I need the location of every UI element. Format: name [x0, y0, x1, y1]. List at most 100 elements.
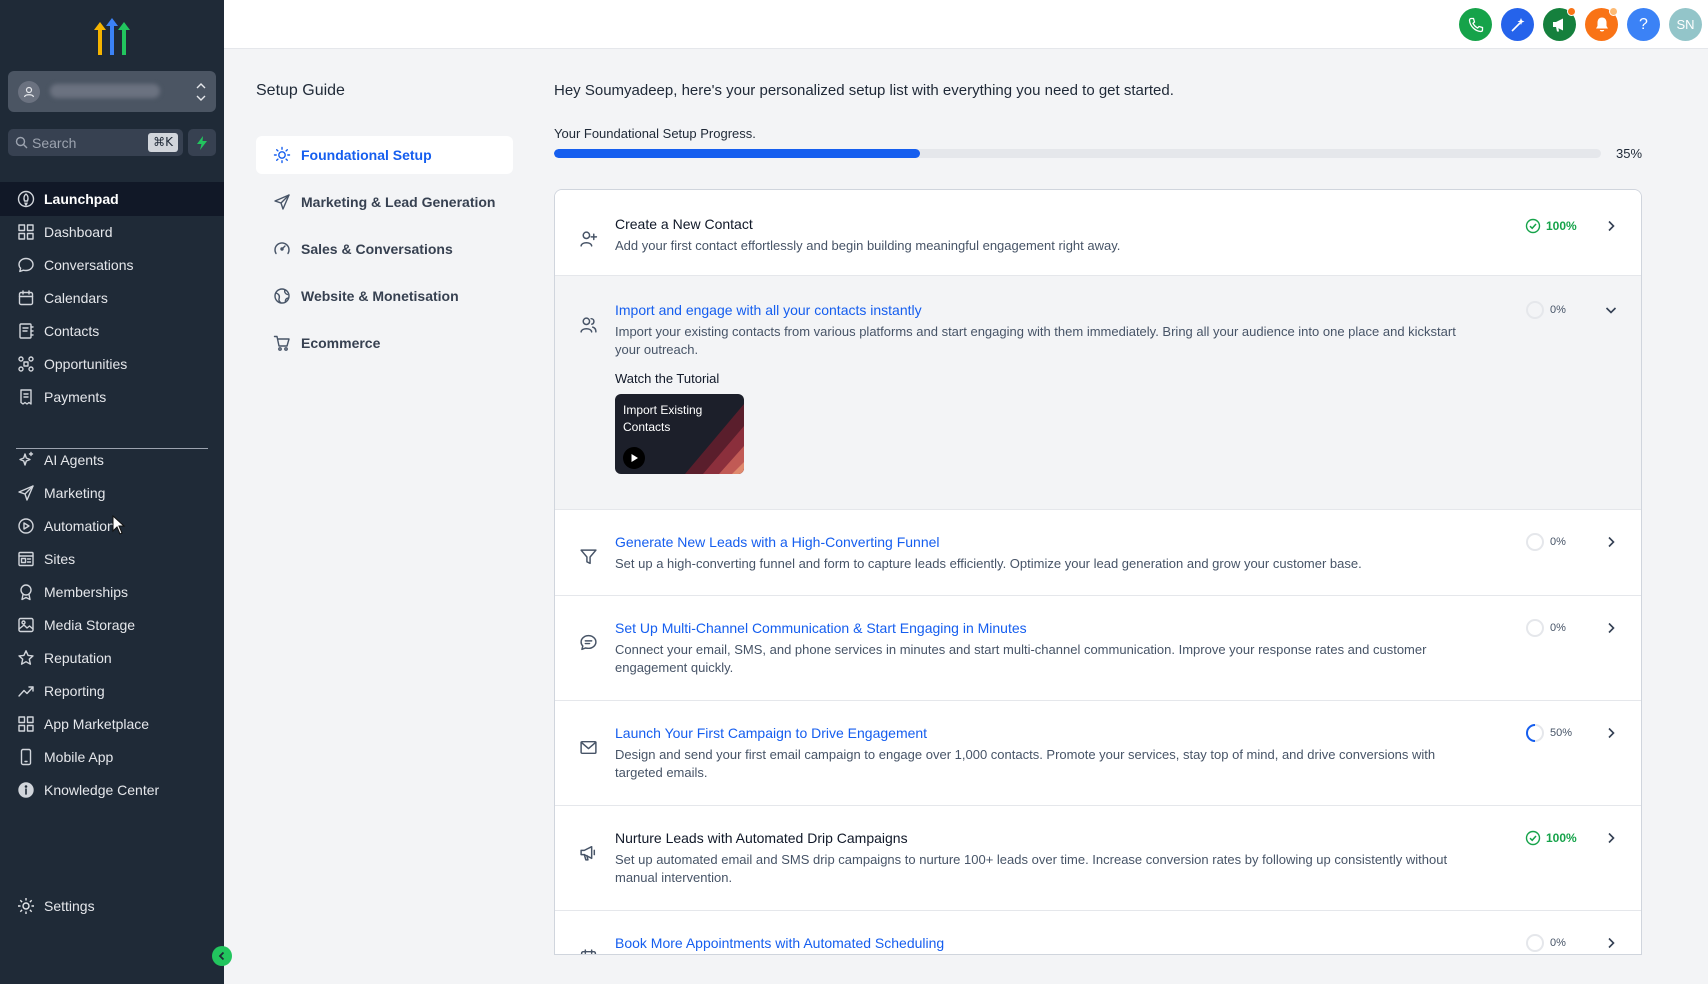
- expand-task-button[interactable]: [1603, 830, 1619, 846]
- task-title[interactable]: Create a New Contact: [615, 216, 753, 232]
- setup-task-row[interactable]: Set Up Multi-Channel Communication & Sta…: [555, 596, 1641, 701]
- play-icon: [631, 454, 638, 462]
- expand-task-button[interactable]: [1603, 725, 1619, 741]
- sidebar-item-label: Conversations: [44, 257, 134, 273]
- expand-task-button[interactable]: [1603, 935, 1619, 951]
- sidebar-item-media-storage[interactable]: Media Storage: [0, 608, 224, 642]
- info-icon: [16, 780, 36, 800]
- task-status: 100%: [1525, 216, 1577, 236]
- task-status: 0%: [1525, 618, 1566, 638]
- sidebar-item-sites[interactable]: Sites: [0, 542, 224, 576]
- sidebar-item-label: Payments: [44, 389, 107, 405]
- expand-task-button[interactable]: [1603, 534, 1619, 550]
- sidebar-item-label: Reporting: [44, 683, 105, 699]
- opportunities-icon: [16, 354, 36, 374]
- notifications-button[interactable]: [1585, 7, 1618, 41]
- sidebar-item-payments[interactable]: Payments: [0, 380, 224, 414]
- globe-icon: [272, 286, 292, 306]
- guide-tab-ecommerce[interactable]: Ecommerce: [256, 324, 513, 362]
- task-title[interactable]: Generate New Leads with a High-Convertin…: [615, 534, 940, 550]
- grid-icon: [16, 222, 36, 242]
- sidebar-item-launchpad[interactable]: Launchpad: [0, 182, 224, 216]
- account-avatar-icon: [18, 81, 40, 103]
- guide-tab-label: Ecommerce: [301, 335, 381, 351]
- add-user-icon: [578, 228, 598, 248]
- account-switcher[interactable]: [8, 71, 216, 112]
- task-status: 100%: [1525, 828, 1577, 848]
- task-title[interactable]: Launch Your First Campaign to Drive Enga…: [615, 725, 927, 741]
- users-icon: [578, 314, 598, 334]
- chevron-right-icon: [1608, 536, 1615, 548]
- sidebar-item-marketing[interactable]: Marketing: [0, 476, 224, 510]
- chevron-up-down-icon: [196, 83, 206, 101]
- sidebar-item-conversations[interactable]: Conversations: [0, 248, 224, 282]
- apps-icon: [16, 714, 36, 734]
- bell-icon: [1595, 17, 1608, 32]
- chevron-right-icon: [1608, 622, 1615, 634]
- task-title[interactable]: Nurture Leads with Automated Drip Campai…: [615, 830, 908, 846]
- help-button[interactable]: ?: [1627, 8, 1660, 41]
- contacts-icon: [16, 321, 36, 341]
- search-input[interactable]: Search ⌘K: [8, 129, 183, 156]
- mail-icon: [578, 737, 598, 757]
- help-icon: ?: [1639, 15, 1648, 33]
- task-percent: 0%: [1550, 304, 1566, 316]
- sidebar-item-mobile-app[interactable]: Mobile App: [0, 740, 224, 774]
- task-percent: 0%: [1550, 622, 1566, 634]
- task-title[interactable]: Set Up Multi-Channel Communication & Sta…: [615, 620, 1027, 636]
- guide-tab-label: Foundational Setup: [301, 147, 432, 163]
- setup-task-row[interactable]: Import and engage with all your contacts…: [555, 276, 1641, 510]
- quick-action-button[interactable]: [188, 129, 216, 156]
- expand-task-button[interactable]: [1603, 218, 1619, 234]
- sidebar-item-knowledge-center[interactable]: Knowledge Center: [0, 773, 224, 807]
- task-status: 0%: [1525, 532, 1566, 552]
- setup-task-row[interactable]: Generate New Leads with a High-Convertin…: [555, 510, 1641, 596]
- sidebar-item-dashboard[interactable]: Dashboard: [0, 215, 224, 249]
- task-title[interactable]: Import and engage with all your contacts…: [615, 302, 922, 318]
- setup-task-row[interactable]: Create a New Contact Add your first cont…: [555, 190, 1641, 276]
- sidebar-item-settings[interactable]: Settings: [0, 889, 224, 923]
- task-percent: 0%: [1550, 536, 1566, 548]
- chat-icon: [16, 255, 36, 275]
- logo-icon[interactable]: [90, 16, 134, 56]
- task-description: Add your first contact effortlessly and …: [615, 238, 1121, 253]
- progress-bar: [554, 149, 1601, 158]
- guide-tab-website-monetisation[interactable]: Website & Monetisation: [256, 277, 513, 315]
- announcements-button[interactable]: [1543, 7, 1576, 41]
- sidebar-item-reporting[interactable]: Reporting: [0, 674, 224, 708]
- user-avatar-button[interactable]: SN: [1669, 8, 1702, 41]
- sidebar-item-calendars[interactable]: Calendars: [0, 281, 224, 315]
- receipt-icon: [16, 387, 36, 407]
- sidebar-item-label: Media Storage: [44, 617, 136, 633]
- guide-tab-marketing-lead-generation[interactable]: Marketing & Lead Generation: [256, 183, 513, 221]
- chevron-right-icon: [1608, 220, 1615, 232]
- setup-task-row[interactable]: Nurture Leads with Automated Drip Campai…: [555, 806, 1641, 911]
- play-button[interactable]: [623, 447, 645, 469]
- sun-icon: [272, 145, 292, 165]
- sidebar-item-label: Automation: [44, 518, 115, 534]
- chevron-left-icon: [218, 951, 225, 961]
- sidebar-item-memberships[interactable]: Memberships: [0, 575, 224, 609]
- chevron-right-icon: [1608, 832, 1615, 844]
- expand-task-button[interactable]: [1603, 620, 1619, 636]
- image-icon: [16, 615, 36, 635]
- collapse-task-button[interactable]: [1603, 302, 1619, 318]
- setup-task-row[interactable]: Book More Appointments with Automated Sc…: [555, 911, 1641, 954]
- megaphone-icon: [1553, 18, 1563, 32]
- message-icon: [578, 632, 598, 652]
- guide-tab-sales-conversations[interactable]: Sales & Conversations: [256, 230, 513, 268]
- tutorial-label: Watch the Tutorial: [615, 371, 720, 386]
- sidebar-item-app-marketplace[interactable]: App Marketplace: [0, 707, 224, 741]
- tutorial-video-thumbnail[interactable]: Import Existing Contacts: [615, 394, 744, 474]
- guide-tab-foundational-setup[interactable]: Foundational Setup: [256, 136, 513, 174]
- sidebar-item-contacts[interactable]: Contacts: [0, 314, 224, 348]
- task-title[interactable]: Book More Appointments with Automated Sc…: [615, 935, 944, 951]
- sidebar-item-reputation[interactable]: Reputation: [0, 641, 224, 675]
- collapse-sidebar-button[interactable]: [212, 946, 232, 966]
- sidebar-item-opportunities[interactable]: Opportunities: [0, 347, 224, 381]
- setup-task-row[interactable]: Launch Your First Campaign to Drive Enga…: [555, 701, 1641, 806]
- ai-assist-button[interactable]: [1501, 8, 1534, 41]
- sparkle-icon: [16, 450, 36, 470]
- empty-ring-icon: [1526, 619, 1544, 637]
- phone-button[interactable]: [1459, 8, 1492, 41]
